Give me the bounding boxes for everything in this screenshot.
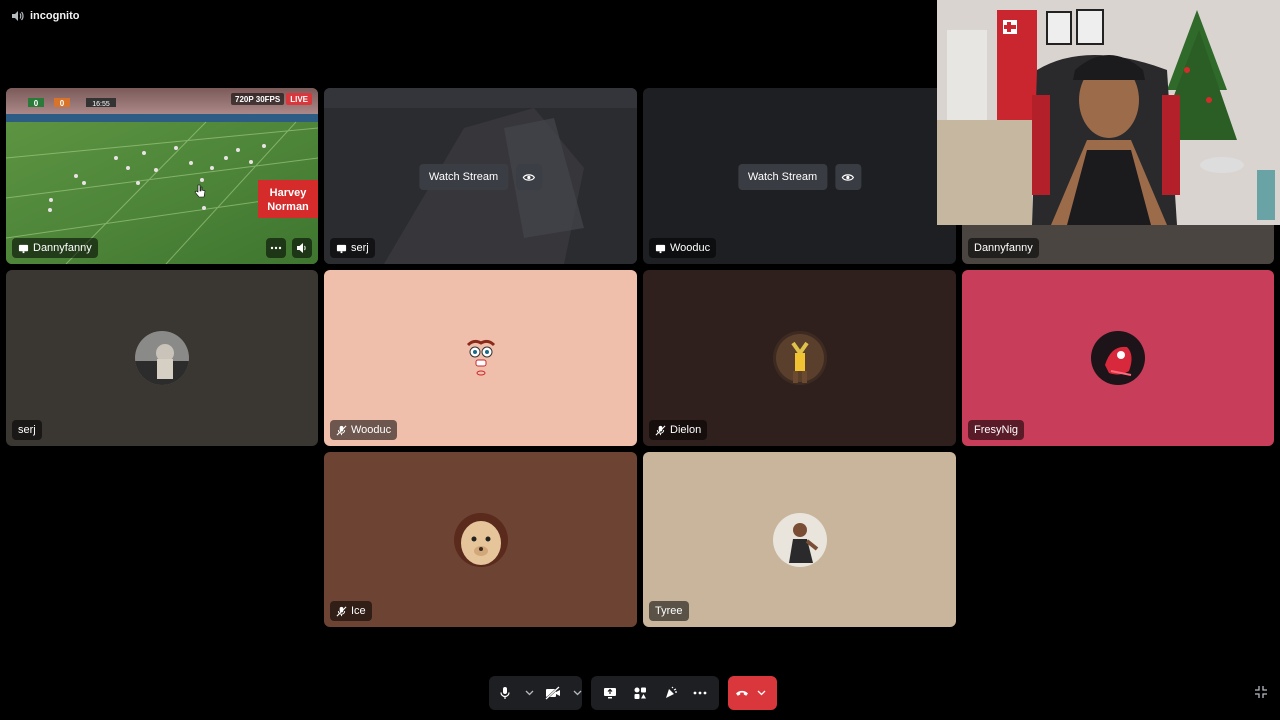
- nametag: serj: [330, 238, 375, 258]
- avatar: [453, 512, 508, 567]
- nametag: Dannyfanny: [968, 238, 1039, 258]
- participant-name: Ice: [351, 605, 366, 617]
- avatar: [772, 331, 827, 385]
- activities-button[interactable]: [628, 679, 652, 707]
- cursor-hand-icon: [194, 184, 206, 203]
- avatar: [453, 331, 508, 385]
- window-header: incognito: [10, 8, 80, 24]
- screen-share-icon: [18, 244, 29, 253]
- speaker-icon: [297, 243, 306, 253]
- disconnect-controls: [728, 676, 777, 710]
- avatar: [1091, 331, 1145, 385]
- participant-name: Wooduc: [670, 242, 711, 254]
- watch-stream-group: Watch Stream: [418, 164, 543, 190]
- watch-stream-group: Watch Stream: [737, 164, 862, 190]
- volume-button[interactable]: [292, 238, 312, 258]
- watch-stream-button[interactable]: Watch Stream: [737, 164, 828, 190]
- popout-button[interactable]: [835, 164, 862, 190]
- soundboard-button[interactable]: [658, 679, 682, 707]
- participant-name: Tyree: [655, 605, 683, 617]
- video-options-button[interactable]: [565, 679, 589, 707]
- participant-name: Dielon: [670, 424, 702, 436]
- audio-options-button[interactable]: [517, 679, 541, 707]
- microphone-button[interactable]: [493, 679, 517, 707]
- channel-title: incognito: [30, 10, 80, 22]
- nametag: Dannyfanny: [12, 238, 98, 258]
- ellipsis-icon: [693, 691, 707, 695]
- webcam-overlay: [937, 0, 1280, 225]
- participant-name: FresyNig: [974, 424, 1019, 436]
- participant-name: Wooduc: [351, 424, 392, 436]
- stream-tile-dannyfanny[interactable]: Harvey Norman 0 0 16:55 720P 30FPS LIVE …: [6, 88, 318, 264]
- disconnect-button[interactable]: [730, 679, 754, 707]
- screen-share-icon: [604, 688, 616, 699]
- nametag: Wooduc: [330, 420, 398, 440]
- live-badge: LIVE: [286, 93, 312, 105]
- avatar: [135, 331, 189, 385]
- camera-button[interactable]: [541, 679, 565, 707]
- share-screen-button[interactable]: [598, 679, 622, 707]
- watch-stream-button[interactable]: Watch Stream: [418, 164, 509, 190]
- participant-tile-wooduc[interactable]: Wooduc: [324, 270, 637, 446]
- avatar: [772, 512, 827, 567]
- participant-name: Dannyfanny: [974, 242, 1033, 254]
- minimize-icon: [1255, 686, 1267, 698]
- participant-name: serj: [18, 424, 36, 436]
- stream-tile-serj[interactable]: Watch Stream serj: [324, 88, 637, 264]
- participant-tile-serj[interactable]: serj: [6, 270, 318, 446]
- nametag: Tyree: [649, 601, 689, 621]
- nametag: serj: [12, 420, 42, 440]
- chevron-down-icon: [573, 690, 581, 696]
- ellipsis-icon: [270, 246, 282, 250]
- quality-badge: 720P 30FPS: [231, 93, 285, 105]
- stream-badges: 720P 30FPS LIVE: [231, 93, 312, 105]
- participant-tile-ice[interactable]: Ice: [324, 452, 637, 627]
- exit-fullscreen-button[interactable]: [1253, 684, 1269, 700]
- microphone-muted-icon: [336, 606, 347, 616]
- eye-plus-icon: [522, 173, 536, 181]
- hang-up-icon: [736, 690, 748, 696]
- camera-off-icon: [545, 686, 560, 700]
- score-home: 0: [34, 99, 39, 108]
- activity-controls: [591, 676, 719, 710]
- popout-button[interactable]: [516, 164, 543, 190]
- more-button[interactable]: [688, 679, 712, 707]
- screen-share-icon: [336, 244, 347, 253]
- activities-icon: [634, 687, 646, 699]
- webcam-video: [937, 0, 1280, 225]
- stream-tile-wooduc[interactable]: Watch Stream Wooduc: [643, 88, 956, 264]
- score-away: 0: [60, 99, 65, 108]
- participant-tile-fresynig[interactable]: FresyNig: [962, 270, 1274, 446]
- media-controls: [489, 676, 582, 710]
- screen-share-icon: [655, 244, 666, 253]
- sponsor-line2: Norman: [267, 201, 309, 213]
- voice-channel-icon: [10, 9, 24, 23]
- match-clock: 16:55: [92, 101, 110, 108]
- participant-name: serj: [351, 242, 369, 254]
- eye-plus-icon: [841, 173, 855, 181]
- soundboard-icon: [666, 686, 677, 698]
- participant-tile-dielon[interactable]: Dielon: [643, 270, 956, 446]
- nametag: Dielon: [649, 420, 708, 440]
- disconnect-options-button[interactable]: [754, 679, 768, 707]
- nametag: Ice: [330, 601, 372, 621]
- sponsor-line1: Harvey: [270, 187, 308, 199]
- chevron-down-icon: [757, 690, 765, 696]
- microphone-muted-icon: [336, 425, 347, 435]
- microphone-muted-icon: [655, 425, 666, 435]
- nametag: FresyNig: [968, 420, 1025, 440]
- nametag: Wooduc: [649, 238, 717, 258]
- more-options-button[interactable]: [266, 238, 286, 258]
- participant-tile-tyree[interactable]: Tyree: [643, 452, 956, 627]
- participant-name: Dannyfanny: [33, 242, 92, 254]
- microphone-icon: [500, 687, 510, 699]
- chevron-down-icon: [525, 690, 533, 696]
